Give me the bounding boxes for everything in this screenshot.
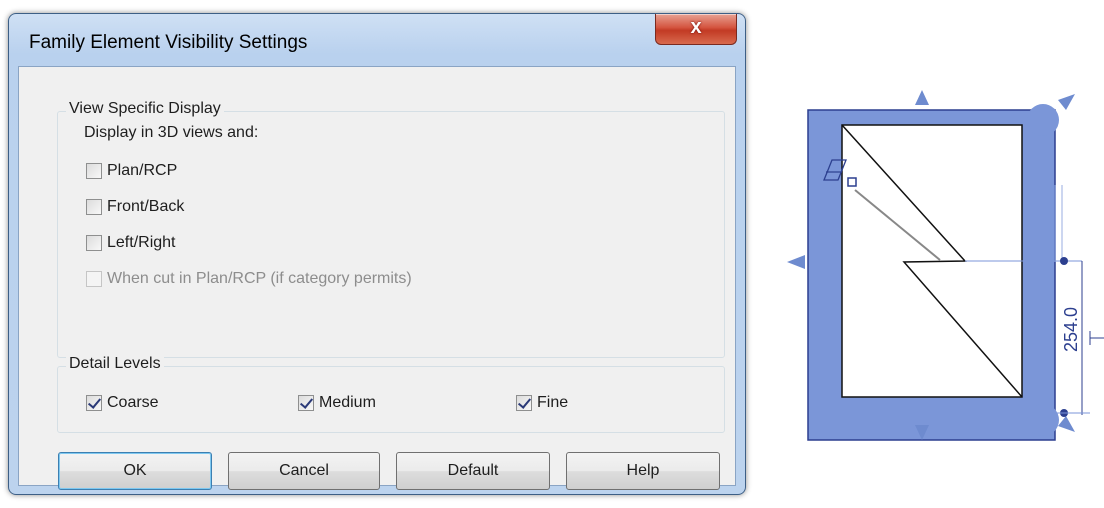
front-back-label: Front/Back bbox=[107, 198, 185, 215]
plan-rcp-option[interactable]: Plan/RCP bbox=[86, 160, 177, 182]
left-right-option[interactable]: Left/Right bbox=[86, 232, 175, 254]
default-button[interactable]: Default bbox=[396, 452, 550, 490]
front-back-checkbox[interactable] bbox=[86, 199, 102, 215]
view-specific-display-group: View Specific Display Display in 3D view… bbox=[57, 100, 725, 358]
view-specific-display-legend: View Specific Display bbox=[66, 100, 224, 118]
medium-checkbox[interactable] bbox=[298, 395, 314, 411]
cancel-button[interactable]: Cancel bbox=[228, 452, 380, 490]
close-button[interactable]: x bbox=[655, 14, 737, 45]
visibility-settings-dialog: Family Element Visibility Settings x Vie… bbox=[8, 13, 746, 495]
detail-levels-group: Detail Levels Coarse Medium Fine bbox=[57, 355, 725, 433]
plan-rcp-label: Plan/RCP bbox=[107, 162, 178, 179]
top-right-grip[interactable] bbox=[1027, 104, 1059, 136]
left-right-label: Left/Right bbox=[107, 234, 176, 251]
coarse-checkbox[interactable] bbox=[86, 395, 102, 411]
ok-button[interactable]: OK bbox=[58, 452, 212, 490]
when-cut-label: When cut in Plan/RCP (if category permit… bbox=[107, 270, 412, 287]
fine-label: Fine bbox=[537, 394, 569, 411]
dimension-value[interactable]: 254.0 bbox=[1061, 307, 1081, 352]
coarse-label: Coarse bbox=[107, 394, 159, 411]
plan-rcp-checkbox[interactable] bbox=[86, 163, 102, 179]
medium-label: Medium bbox=[319, 394, 376, 411]
family-view-canvas[interactable]: 254.0 bbox=[760, 70, 1104, 500]
family-drawing: 254.0 bbox=[787, 90, 1104, 441]
left-arrow-grip[interactable] bbox=[787, 255, 805, 269]
when-cut-option: When cut in Plan/RCP (if category permit… bbox=[86, 268, 412, 290]
fine-option[interactable]: Fine bbox=[516, 392, 568, 414]
display-in-3d-label: Display in 3D views and: bbox=[84, 124, 259, 141]
title-bar[interactable]: Family Element Visibility Settings x bbox=[9, 14, 745, 66]
close-icon: x bbox=[690, 16, 702, 38]
detail-levels-legend: Detail Levels bbox=[66, 355, 164, 373]
top-arrow-grip[interactable] bbox=[915, 90, 929, 105]
fine-checkbox[interactable] bbox=[516, 395, 532, 411]
left-right-checkbox[interactable] bbox=[86, 235, 102, 251]
bottom-right-arrow-grip[interactable] bbox=[1058, 416, 1075, 432]
dim-end-top bbox=[1060, 257, 1068, 265]
dialog-client-area: View Specific Display Display in 3D view… bbox=[18, 66, 736, 490]
dialog-title: Family Element Visibility Settings bbox=[29, 32, 308, 53]
top-right-arrow-grip[interactable] bbox=[1058, 94, 1075, 110]
medium-option[interactable]: Medium bbox=[298, 392, 376, 414]
coarse-option[interactable]: Coarse bbox=[86, 392, 159, 414]
front-back-option[interactable]: Front/Back bbox=[86, 196, 184, 218]
help-button[interactable]: Help bbox=[566, 452, 720, 490]
bottom-right-grip[interactable] bbox=[1027, 404, 1059, 436]
when-cut-checkbox bbox=[86, 271, 102, 287]
